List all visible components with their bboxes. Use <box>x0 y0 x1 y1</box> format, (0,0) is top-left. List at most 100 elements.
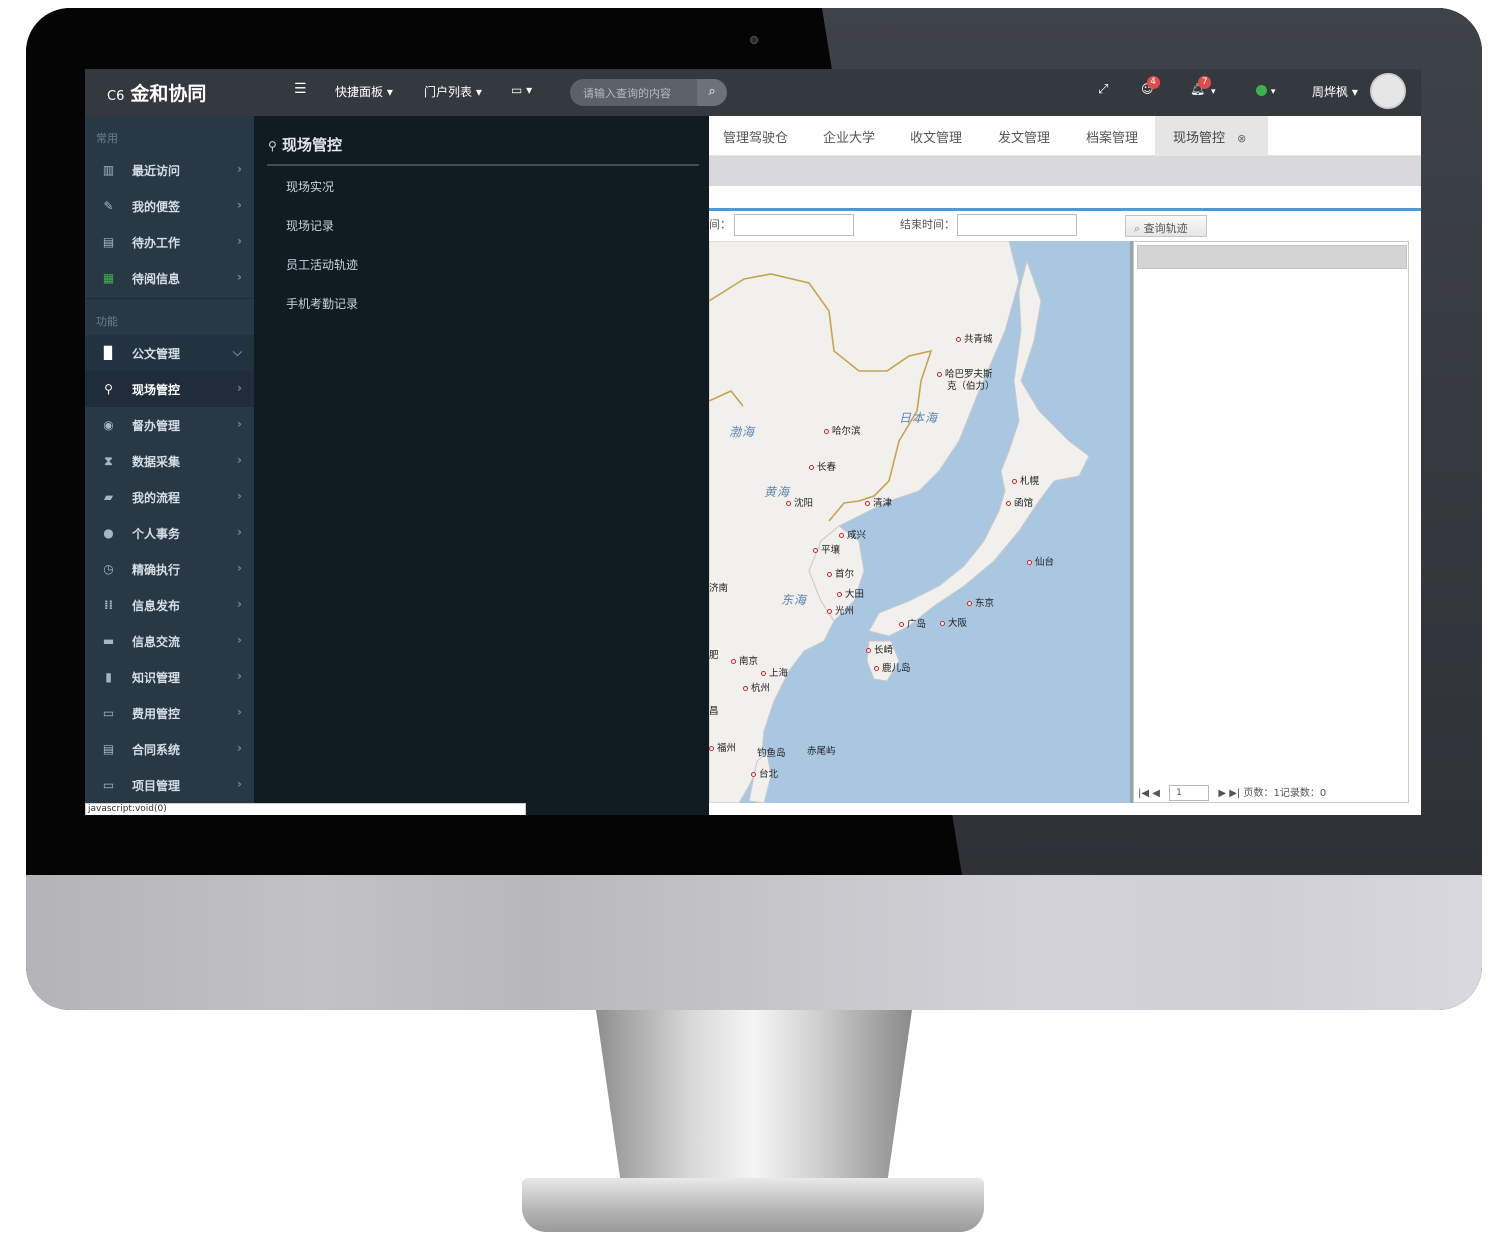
city-marker[interactable]: 长崎 <box>866 642 893 656</box>
sidebar-item[interactable]: ⚲ 现场管控 › <box>85 371 254 407</box>
project-icon: ▭ <box>102 778 115 792</box>
menu-toggle-icon[interactable]: ☰ <box>294 81 307 97</box>
city-marker[interactable]: 大田 <box>837 586 864 600</box>
city-marker[interactable]: 钓鱼岛 <box>757 745 786 759</box>
city-label: 札幌 <box>1020 476 1040 487</box>
sidebar-item[interactable]: ▰ 我的流程 › <box>85 479 254 515</box>
city-marker[interactable]: 长春 <box>809 459 836 473</box>
submenu-link-mobile-attendance[interactable]: 手机考勤记录 <box>286 295 358 312</box>
bell-notify-button[interactable]: 🔔︎ 7 <box>1190 76 1212 96</box>
pager-info: 页数：1记录数：0 <box>1243 788 1327 799</box>
search-icon[interactable]: ⌕ <box>697 79 727 106</box>
sidebar-item[interactable]: ▉ 公文管理 ⌵ <box>85 335 254 371</box>
bell-caret[interactable]: ▾ <box>1211 87 1216 97</box>
card-icon: ▭ <box>102 706 115 720</box>
city-marker[interactable]: 台北 <box>751 766 778 780</box>
chevron-right-icon: › <box>237 561 242 575</box>
tab-site-control[interactable]: 现场管控 ⊗ <box>1155 116 1268 156</box>
city-marker[interactable]: 克（伯力） <box>947 378 995 392</box>
sidebar-item[interactable]: ▮ 知识管理 › <box>85 659 254 695</box>
city-marker[interactable]: 昌 <box>709 703 719 717</box>
city-marker[interactable]: 光州 <box>827 603 854 617</box>
sidebar-item-label: 我的流程 <box>132 490 181 505</box>
avatar[interactable] <box>1370 73 1406 109</box>
end-time-input[interactable] <box>957 214 1077 236</box>
city-marker[interactable]: 咸兴 <box>839 527 866 541</box>
next-page-icon[interactable]: ▶ <box>1218 788 1226 799</box>
city-dot-icon <box>839 533 844 538</box>
query-track-button[interactable]: ⌕ 查询轨迹 <box>1125 215 1207 237</box>
city-marker[interactable]: 广岛 <box>899 616 926 630</box>
city-marker[interactable]: 沈阳 <box>786 495 813 509</box>
sea-label-east: 东海 <box>781 593 808 607</box>
city-dot-icon <box>1012 479 1017 484</box>
city-marker[interactable]: 上海 <box>761 665 788 679</box>
portal-list-menu[interactable]: 门户列表 ▾ <box>424 83 482 100</box>
sidebar-item[interactable]: ⧗ 数据采集 › <box>85 443 254 479</box>
users-notify-button[interactable]: ☺ 4 <box>1141 76 1160 96</box>
city-marker[interactable]: 鹿儿岛 <box>874 660 911 674</box>
start-time-input[interactable] <box>734 214 854 236</box>
city-marker[interactable]: 清津 <box>865 495 892 509</box>
sidebar-item[interactable]: ◉ 督办管理 › <box>85 407 254 443</box>
page-select[interactable]: 1 <box>1169 785 1210 801</box>
fullscreen-icon[interactable]: ⤢ <box>1098 82 1108 97</box>
prev-page-icon[interactable]: ◀ <box>1152 788 1160 799</box>
tab-cockpit[interactable]: 管理驾驶仓 <box>723 116 788 156</box>
tab-outgoing-docs[interactable]: 发文管理 <box>998 116 1050 156</box>
sidebar-item-label: 公文管理 <box>132 346 181 361</box>
city-marker[interactable]: 共青城 <box>956 331 993 345</box>
city-marker[interactable]: 福州 <box>709 740 736 754</box>
submenu-link-employee-tracks[interactable]: 员工活动轨迹 <box>286 256 358 273</box>
submenu-link-records[interactable]: 现场记录 <box>286 217 334 234</box>
city-marker[interactable]: 济南 <box>709 580 728 594</box>
city-marker[interactable]: 札幌 <box>1012 473 1039 487</box>
close-icon[interactable]: ⊗ <box>1237 132 1246 145</box>
city-marker[interactable]: 哈尔滨 <box>824 423 861 437</box>
app-logo[interactable]: C6 金和协同 <box>107 79 206 106</box>
map-view[interactable]: 渤海 日本海 黄海 东海 共青城 哈巴罗夫斯 克（伯力） 哈尔滨 长春 札幌 沈阳 清津 函馆咸… <box>709 241 1130 803</box>
chevron-right-icon: › <box>237 597 242 611</box>
last-page-icon[interactable]: ▶| <box>1229 788 1240 799</box>
city-label: 东京 <box>975 598 995 609</box>
submenu-link-live[interactable]: 现场实况 <box>286 178 334 195</box>
city-marker[interactable]: 南京 <box>731 653 758 667</box>
status-menu[interactable]: ▾ <box>1256 83 1275 97</box>
tab-university[interactable]: 企业大学 <box>823 116 875 156</box>
submenu-title: ⚲ 现场管控 <box>268 134 342 155</box>
chevron-right-icon: › <box>237 453 242 467</box>
sidebar-item[interactable]: ▦ 待阅信息 › <box>85 260 254 296</box>
sidebar-item[interactable]: ▬ 信息交流 › <box>85 623 254 659</box>
city-marker[interactable]: 东京 <box>967 595 994 609</box>
city-marker[interactable]: 首尔 <box>827 566 854 580</box>
sidebar-item[interactable]: ▥ 最近访问 › <box>85 152 254 188</box>
sidebar-item[interactable]: ▤ 待办工作 › <box>85 224 254 260</box>
city-marker[interactable]: 平壤 <box>813 542 840 556</box>
device-menu[interactable]: ▭ ▾ <box>511 83 532 97</box>
city-dot-icon <box>866 648 871 653</box>
quick-panel-menu[interactable]: 快捷面板 ▾ <box>335 83 393 100</box>
city-marker[interactable]: 赤尾屿 <box>807 743 836 757</box>
sidebar-item[interactable]: ◷ 精确执行 › <box>85 551 254 587</box>
city-label: 昌 <box>709 706 719 717</box>
city-marker[interactable]: 函馆 <box>1006 495 1033 509</box>
city-marker[interactable]: 肥 <box>709 647 719 661</box>
city-marker[interactable]: 大阪 <box>940 615 967 629</box>
city-label: 南京 <box>739 656 759 667</box>
first-page-icon[interactable]: |◀ <box>1138 788 1149 799</box>
sidebar-item[interactable]: ▤ 合同系统 › <box>85 731 254 767</box>
list-icon: ▤ <box>102 235 115 249</box>
sidebar-item[interactable]: ✎ 我的便签 › <box>85 188 254 224</box>
city-marker[interactable]: 杭州 <box>743 680 770 694</box>
city-label: 沈阳 <box>794 498 814 509</box>
sidebar-item[interactable]: ⁞⁞ 信息发布 › <box>85 587 254 623</box>
city-dot-icon <box>899 622 904 627</box>
sidebar-item[interactable]: ▭ 项目管理 › <box>85 767 254 803</box>
sidebar-item[interactable]: ▭ 费用管控 › <box>85 695 254 731</box>
user-menu[interactable]: 周烨枫 ▾ <box>1312 83 1358 100</box>
city-marker[interactable]: 仙台 <box>1027 554 1054 568</box>
sidebar-item[interactable]: ● 个人事务 › <box>85 515 254 551</box>
tab-incoming-docs[interactable]: 收文管理 <box>910 116 962 156</box>
chevron-right-icon: › <box>237 381 242 395</box>
tab-archives[interactable]: 档案管理 <box>1086 116 1138 156</box>
